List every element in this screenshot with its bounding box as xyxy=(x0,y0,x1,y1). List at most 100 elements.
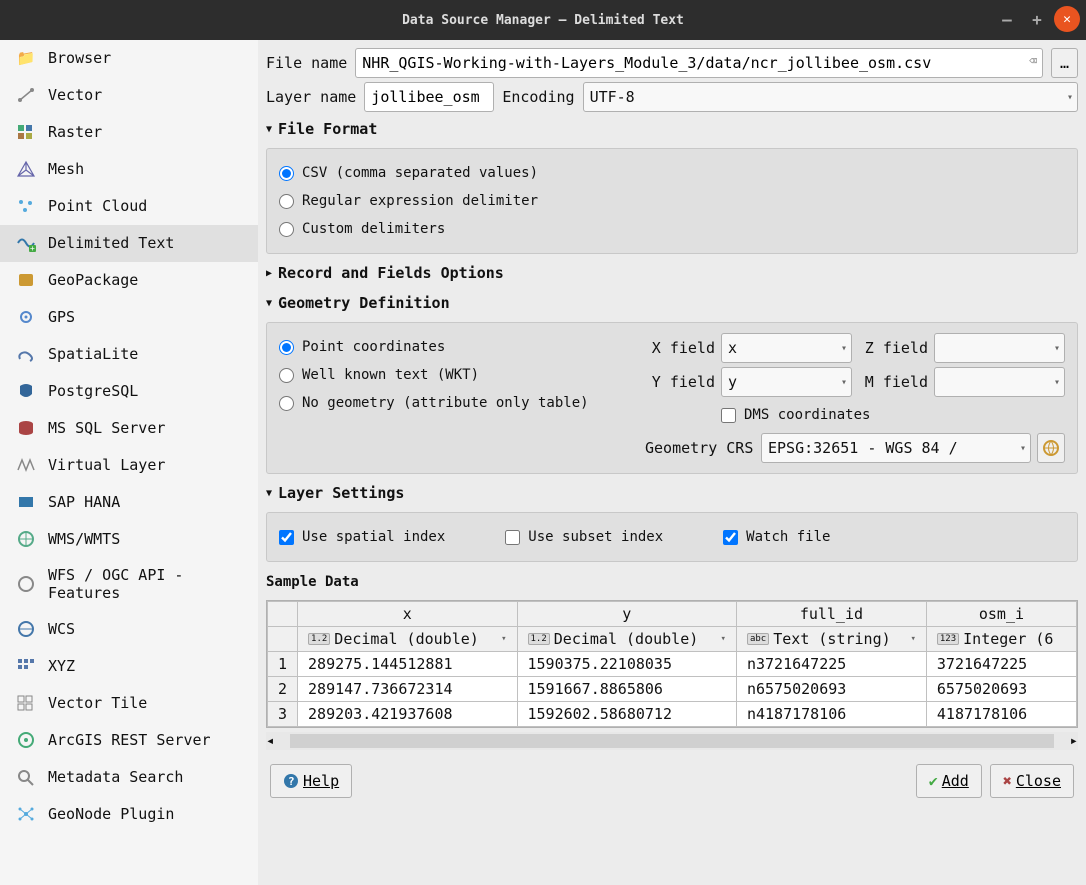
regex-radio[interactable] xyxy=(279,194,294,209)
point-coords-radio[interactable] xyxy=(279,340,294,355)
chevron-down-icon: ▾ xyxy=(721,634,726,644)
m-field-select[interactable]: ▾ xyxy=(934,367,1065,397)
wcs-icon xyxy=(14,619,38,639)
table-row[interactable]: 2289147.7366723141591667.8865806n6575020… xyxy=(268,677,1077,702)
close-button[interactable]: ✖Close xyxy=(990,764,1074,798)
record-fields-header[interactable]: ▶Record and Fields Options xyxy=(266,260,1078,286)
sidebar-item-spatialite[interactable]: SpatiaLite xyxy=(0,336,258,373)
x-field-label: X field xyxy=(645,339,715,357)
triangle-down-icon: ▼ xyxy=(266,488,272,499)
file-name-input[interactable] xyxy=(355,48,1043,78)
type-cell[interactable]: abcText (string)▾ xyxy=(736,627,926,652)
encoding-select[interactable]: UTF-8▾ xyxy=(583,82,1078,112)
vector-icon xyxy=(14,85,38,105)
sidebar-item-xyz[interactable]: XYZ xyxy=(0,648,258,685)
svg-text:+: + xyxy=(30,244,35,252)
titlebar: Data Source Manager — Delimited Text — +… xyxy=(0,0,1086,40)
maximize-button[interactable]: + xyxy=(1024,6,1050,32)
subset-index-checkbox[interactable] xyxy=(505,530,520,545)
scroll-left-icon[interactable]: ◂ xyxy=(266,733,274,749)
check-icon: ✔ xyxy=(929,772,938,790)
delimited-icon: + xyxy=(14,233,38,253)
table-row[interactable]: 1289275.1445128811590375.22108035n372164… xyxy=(268,652,1077,677)
dms-checkbox[interactable] xyxy=(721,408,736,423)
chevron-down-icon: ▾ xyxy=(1054,343,1060,354)
sidebar-item-saphana[interactable]: SAP HANA xyxy=(0,484,258,521)
sample-data-header: Sample Data xyxy=(266,568,1078,596)
sidebar-item-browser[interactable]: 📁Browser xyxy=(0,40,258,77)
x-field-select[interactable]: x▾ xyxy=(721,333,852,363)
sidebar-item-raster[interactable]: Raster xyxy=(0,114,258,151)
type-cell[interactable]: 1.2Decimal (double)▾ xyxy=(298,627,517,652)
col-header-fullid[interactable]: full_id xyxy=(736,602,926,627)
sidebar: 📁Browser Vector Raster Mesh Point Cloud … xyxy=(0,40,258,885)
file-format-header[interactable]: ▼File Format xyxy=(266,116,1078,142)
watch-file-checkbox[interactable] xyxy=(723,530,738,545)
sidebar-item-gps[interactable]: GPS xyxy=(0,299,258,336)
mesh-icon xyxy=(14,159,38,179)
close-window-button[interactable]: ✕ xyxy=(1054,6,1080,32)
col-header-y[interactable]: y xyxy=(517,602,736,627)
chevron-down-icon: ▾ xyxy=(1020,443,1026,454)
sidebar-item-geonode[interactable]: GeoNode Plugin xyxy=(0,796,258,833)
close-icon: ✖ xyxy=(1003,772,1012,790)
no-geom-radio[interactable] xyxy=(279,396,294,411)
sample-data-table[interactable]: xyfull_idosm_i 1.2Decimal (double)▾ 1.2D… xyxy=(266,600,1078,728)
z-field-label: Z field xyxy=(858,339,928,357)
layer-settings-group: Use spatial index Use subset index Watch… xyxy=(266,512,1078,562)
minimize-button[interactable]: — xyxy=(994,6,1020,32)
arcgis-icon xyxy=(14,730,38,750)
sidebar-item-postgresql[interactable]: PostgreSQL xyxy=(0,373,258,410)
help-button[interactable]: ?Help xyxy=(270,764,352,798)
layer-name-input[interactable] xyxy=(364,82,494,112)
table-row[interactable]: 3289203.4219376081592602.58680712n418717… xyxy=(268,702,1077,727)
geometry-group: Point coordinates Well known text (WKT) … xyxy=(266,322,1078,474)
sidebar-item-wcs[interactable]: WCS xyxy=(0,611,258,648)
browse-button[interactable]: … xyxy=(1051,48,1078,78)
spatialite-icon xyxy=(14,344,38,364)
folder-icon: 📁 xyxy=(14,48,38,68)
z-field-select[interactable]: ▾ xyxy=(934,333,1065,363)
svg-text:?: ? xyxy=(288,775,295,788)
col-header-osmi[interactable]: osm_i xyxy=(926,602,1076,627)
sidebar-item-wfs[interactable]: WFS / OGC API - Features xyxy=(0,558,258,611)
sidebar-item-vectortile[interactable]: Vector Tile xyxy=(0,685,258,722)
sidebar-item-mssql[interactable]: MS SQL Server xyxy=(0,410,258,447)
sidebar-item-metadata[interactable]: Metadata Search xyxy=(0,759,258,796)
chevron-down-icon: ▾ xyxy=(501,634,506,644)
sidebar-item-mesh[interactable]: Mesh xyxy=(0,151,258,188)
layer-settings-header[interactable]: ▼Layer Settings xyxy=(266,480,1078,506)
clear-filename-icon[interactable]: ⌫ xyxy=(1029,54,1037,69)
wkt-radio[interactable] xyxy=(279,368,294,383)
triangle-down-icon: ▼ xyxy=(266,124,272,135)
geonode-icon xyxy=(14,804,38,824)
m-field-label: M field xyxy=(858,373,928,391)
sidebar-item-wms[interactable]: WMS/WMTS xyxy=(0,521,258,558)
file-format-group: CSV (comma separated values) Regular exp… xyxy=(266,148,1078,254)
type-cell[interactable]: 1.2Decimal (double)▾ xyxy=(517,627,736,652)
custom-radio[interactable] xyxy=(279,222,294,237)
geometry-def-header[interactable]: ▼Geometry Definition xyxy=(266,290,1078,316)
chevron-down-icon: ▾ xyxy=(841,377,847,388)
csv-radio[interactable] xyxy=(279,166,294,181)
sidebar-item-vector[interactable]: Vector xyxy=(0,77,258,114)
sidebar-item-delimitedtext[interactable]: +Delimited Text xyxy=(0,225,258,262)
sidebar-item-virtuallayer[interactable]: Virtual Layer xyxy=(0,447,258,484)
geopackage-icon xyxy=(14,270,38,290)
file-name-label: File name xyxy=(266,54,347,72)
y-field-select[interactable]: y▾ xyxy=(721,367,852,397)
crs-select[interactable]: EPSG:32651 - WGS 84 /▾ xyxy=(761,433,1031,463)
sidebar-item-geopackage[interactable]: GeoPackage xyxy=(0,262,258,299)
sidebar-item-arcgis[interactable]: ArcGIS REST Server xyxy=(0,722,258,759)
col-header-x[interactable]: x xyxy=(298,602,517,627)
crs-picker-button[interactable] xyxy=(1037,433,1065,463)
sidebar-item-pointcloud[interactable]: Point Cloud xyxy=(0,188,258,225)
crs-label: Geometry CRS xyxy=(645,439,755,457)
horizontal-scrollbar[interactable]: ◂▸ xyxy=(266,732,1078,750)
chevron-down-icon: ▾ xyxy=(841,343,847,354)
scroll-right-icon[interactable]: ▸ xyxy=(1070,733,1078,749)
spatial-index-checkbox[interactable] xyxy=(279,530,294,545)
add-button[interactable]: ✔Add xyxy=(916,764,982,798)
type-cell[interactable]: 123Integer (6 xyxy=(926,627,1076,652)
chevron-down-icon: ▾ xyxy=(910,634,915,644)
